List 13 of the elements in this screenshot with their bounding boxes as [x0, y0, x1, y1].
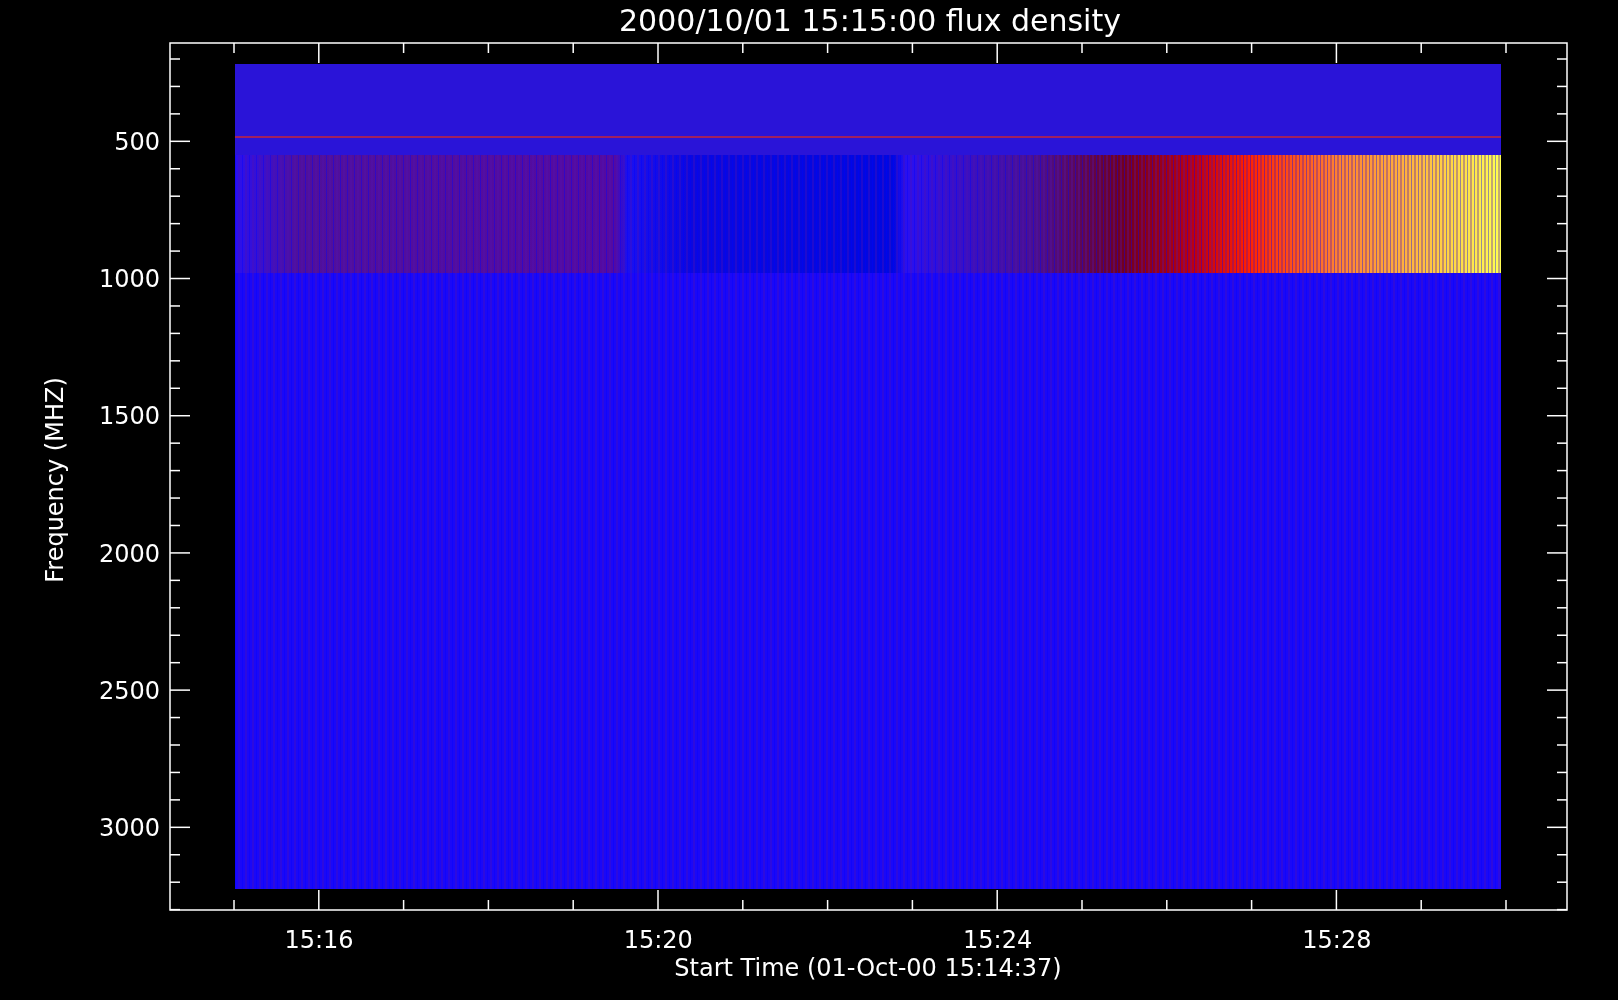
y-tick-label: 3000	[98, 814, 160, 842]
y-axis-label: Frequency (MHZ)	[41, 377, 69, 583]
x-tick-label: 15:24	[963, 926, 1033, 954]
x-axis-label: Start Time (01-Oct-00 15:14:37)	[674, 954, 1062, 982]
x-tick-label: 15:20	[623, 926, 693, 954]
y-tick-label: 2500	[98, 676, 160, 705]
y-tick-label: 1500	[98, 402, 160, 431]
y-tick-label: 2000	[98, 539, 160, 568]
y-tick-label: 500	[114, 128, 160, 156]
x-tick-label: 15:16	[284, 926, 354, 954]
y-tick-label: 1000	[98, 265, 160, 294]
plot-title: 2000/10/01 15:15:00 flux density	[619, 3, 1121, 38]
x-tick-label: 15:28	[1302, 926, 1372, 954]
